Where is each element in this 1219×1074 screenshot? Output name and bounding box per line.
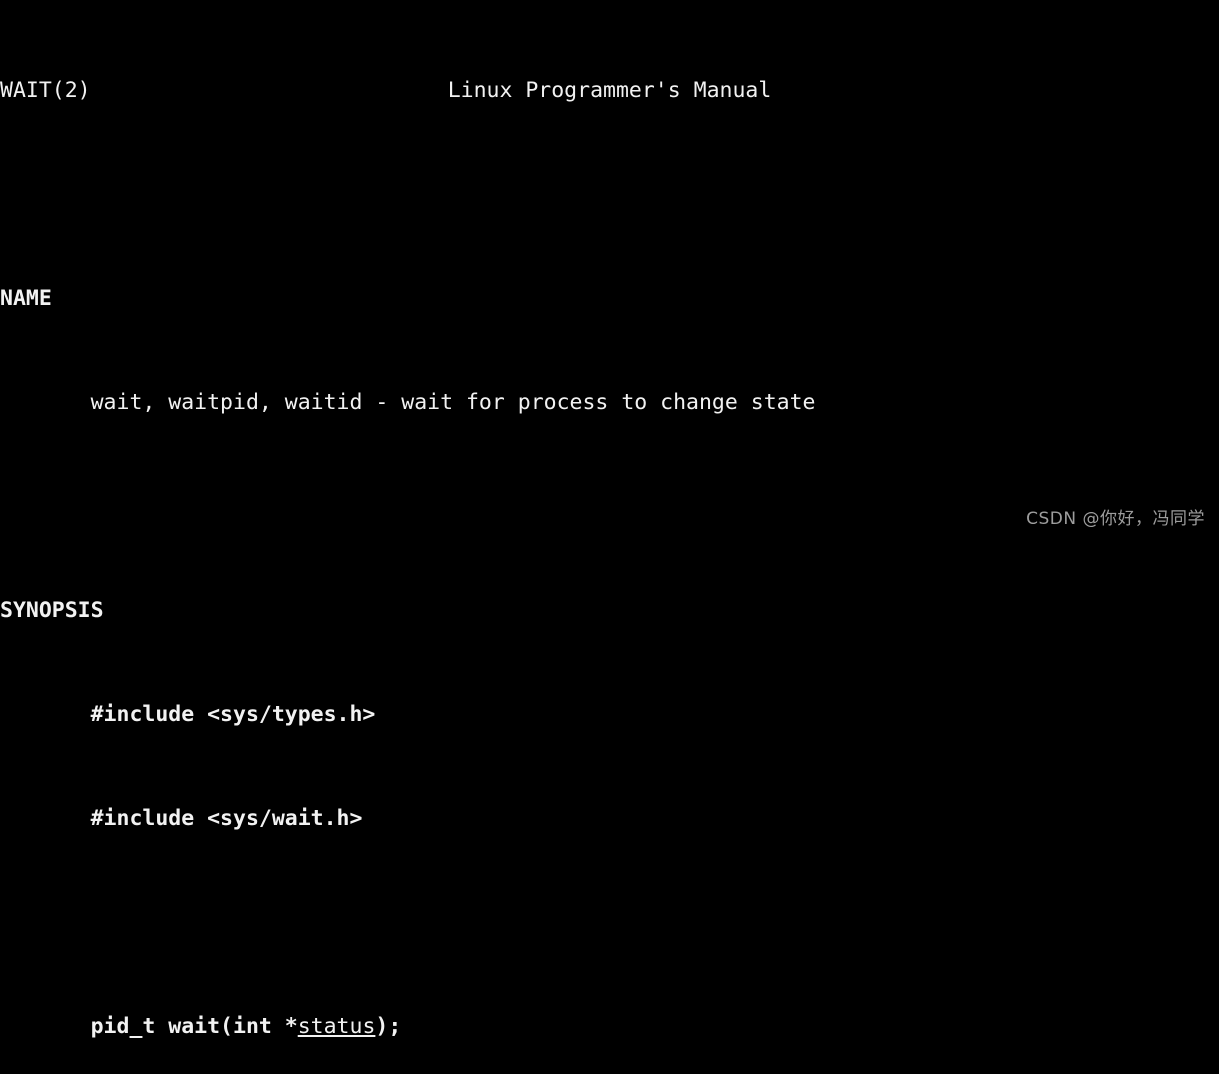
- prototype-wait-part2: );: [375, 1014, 402, 1039]
- param-status: status: [297, 1014, 376, 1039]
- prototype-wait-line: pid_t wait(int *status);: [0, 1014, 1219, 1040]
- include-types-h: #include <sys/types.h>: [90, 702, 376, 727]
- include-line-types: #include <sys/types.h>: [0, 702, 1219, 728]
- prototype-wait-part1: pid_t wait(int *: [90, 1014, 298, 1039]
- section-heading-name: NAME: [0, 286, 52, 311]
- csdn-watermark: CSDN @你好，冯同学: [1026, 509, 1205, 529]
- name-description-line: wait, waitpid, waitid - wait for process…: [0, 390, 1219, 416]
- include-wait-h: #include <sys/wait.h>: [90, 806, 363, 831]
- man-page-terminal: WAIT(2) Linux Programmer's Manual NAME w…: [0, 0, 1219, 1039]
- man-header: WAIT(2) Linux Programmer's Manual: [0, 78, 1219, 104]
- man-header-center: Linux Programmer's Manual: [447, 78, 772, 103]
- name-description: wait, waitpid, waitid - wait for process…: [90, 390, 816, 415]
- include-line-wait: #include <sys/wait.h>: [0, 806, 1219, 832]
- section-heading-synopsis: SYNOPSIS: [0, 598, 104, 623]
